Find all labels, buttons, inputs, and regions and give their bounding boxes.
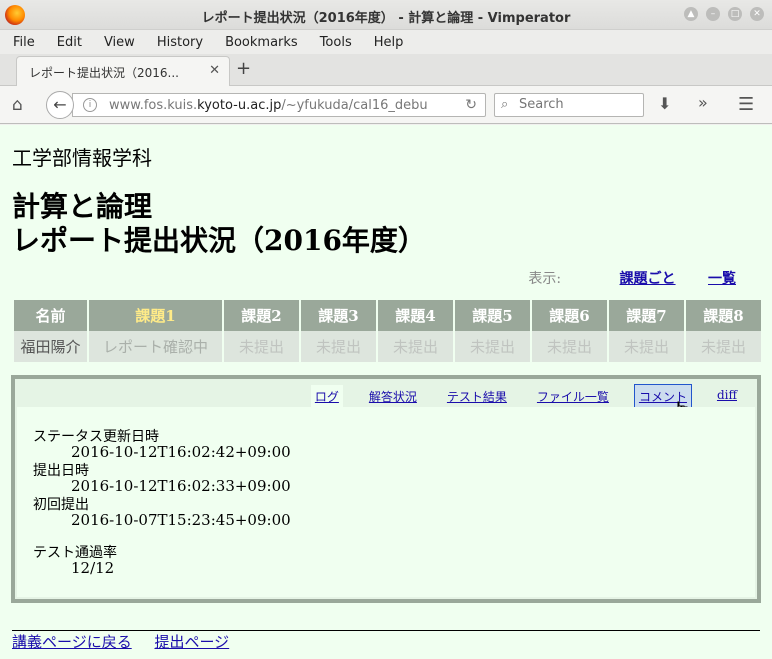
submission-table: 名前 課題1 課題2 課題3 課題4 課題5 課題6 課題7 課題8 福田陽介 …: [12, 300, 763, 362]
student-name-cell: 福田陽介: [14, 331, 87, 362]
field-value-test-pass-rate: 12/12: [71, 559, 115, 577]
column-header-task2[interactable]: 課題2: [224, 300, 299, 331]
close-tab-icon[interactable]: ✕: [209, 63, 220, 78]
column-header-name: 名前: [14, 300, 87, 331]
table-header-row: 名前 課題1 課題2 課題3 課題4 課題5 課題6 課題7 課題8: [14, 300, 761, 331]
tab-log[interactable]: ログ: [310, 385, 343, 408]
view-list-link[interactable]: 一覧: [708, 271, 736, 287]
menu-view[interactable]: View: [97, 35, 142, 50]
window-maximize-icon[interactable]: □: [728, 7, 742, 21]
window-title: レポート提出状況（2016年度） - 計算と論理 - Vimperator: [201, 11, 571, 26]
search-input[interactable]: [519, 97, 637, 112]
task6-status-cell[interactable]: 未提出: [532, 331, 607, 362]
field-value-status-updated: 2016-10-12T16:02:42+09:00: [71, 443, 291, 461]
overflow-chevron-icon[interactable]: »: [698, 93, 708, 112]
column-header-task1[interactable]: 課題1: [89, 300, 222, 331]
task8-status-cell[interactable]: 未提出: [686, 331, 761, 362]
page-title-status: レポート提出状況（2016年度）: [12, 224, 426, 257]
browser-tab[interactable]: レポート提出状況（2016... ✕: [16, 56, 230, 86]
window-close-icon[interactable]: ✕: [750, 7, 764, 21]
menu-history[interactable]: History: [150, 35, 210, 50]
url-text[interactable]: www.fos.kuis.kyoto-u.ac.jp/~yfukuda/cal1…: [109, 98, 429, 113]
navigation-bar: ⌂ i www.fos.kuis.kyoto-u.ac.jp/~yfukuda/…: [0, 86, 772, 124]
tab-answer-status[interactable]: 解答状況: [365, 385, 421, 408]
task4-status-cell[interactable]: 未提出: [378, 331, 453, 362]
download-icon[interactable]: ⬇: [658, 94, 671, 113]
window-titlebar: レポート提出状況（2016年度） - 計算と論理 - Vimperator ▲ …: [0, 0, 772, 30]
back-arrow-icon: ←: [53, 95, 67, 114]
back-button[interactable]: ←: [46, 91, 74, 119]
menu-edit[interactable]: Edit: [50, 35, 89, 50]
task5-status-cell[interactable]: 未提出: [455, 331, 530, 362]
new-tab-icon[interactable]: +: [236, 60, 251, 78]
info-icon[interactable]: i: [83, 98, 97, 112]
tab-test-results[interactable]: テスト結果: [443, 385, 511, 408]
footer-links: 講義ページに戻る 提出ページ: [12, 631, 247, 652]
window-minimize-icon[interactable]: –: [706, 7, 720, 21]
view-label: 表示:: [528, 271, 562, 287]
submission-page-link[interactable]: 提出ページ: [154, 633, 229, 651]
window-controls: ▲ – □ ✕: [684, 7, 764, 21]
column-header-task8[interactable]: 課題8: [686, 300, 761, 331]
view-by-task-link[interactable]: 課題ごと: [620, 271, 676, 287]
tab-file-list[interactable]: ファイル一覧: [533, 385, 613, 408]
table-row: 福田陽介 レポート確認中 未提出 未提出 未提出 未提出 未提出 未提出 未提出: [14, 331, 761, 362]
hamburger-menu-icon[interactable]: ☰: [738, 94, 754, 115]
search-bar[interactable]: ⌕: [494, 93, 644, 117]
column-header-task6[interactable]: 課題6: [532, 300, 607, 331]
field-value-first-submit: 2016-10-07T15:23:45+09:00: [71, 511, 291, 529]
view-switcher: 表示: 課題ごと 一覧: [528, 268, 736, 288]
back-to-lecture-link[interactable]: 講義ページに戻る: [12, 633, 132, 651]
task1-status-cell[interactable]: レポート確認中: [89, 331, 222, 362]
log-content: ステータス更新日時 2016-10-12T16:02:42+09:00 提出日時…: [17, 407, 755, 597]
department-heading: 工学部情報学科: [12, 146, 152, 170]
reload-icon[interactable]: ↻: [465, 97, 477, 113]
menu-bar: File Edit View History Bookmarks Tools H…: [0, 30, 772, 54]
column-header-task3[interactable]: 課題3: [301, 300, 376, 331]
menu-tools[interactable]: Tools: [313, 35, 359, 50]
menu-help[interactable]: Help: [367, 35, 411, 50]
tab-diff[interactable]: diff: [713, 385, 741, 408]
page-content: 工学部情報学科 計算と論理 レポート提出状況（2016年度） 表示: 課題ごと …: [0, 125, 772, 659]
detail-panel: ログ 解答状況 テスト結果 ファイル一覧 コメント diff ステータス更新日時…: [11, 375, 761, 603]
window-up-icon[interactable]: ▲: [684, 7, 698, 21]
task3-status-cell[interactable]: 未提出: [301, 331, 376, 362]
tab-label: レポート提出状況（2016...: [29, 66, 179, 80]
column-header-task7[interactable]: 課題7: [609, 300, 684, 331]
column-header-task4[interactable]: 課題4: [378, 300, 453, 331]
menu-file[interactable]: File: [6, 35, 42, 50]
home-icon[interactable]: ⌂: [12, 95, 32, 115]
url-bar[interactable]: i www.fos.kuis.kyoto-u.ac.jp/~yfukuda/ca…: [72, 93, 486, 117]
tab-bar: レポート提出状況（2016... ✕ +: [0, 54, 772, 86]
search-icon: ⌕: [501, 97, 509, 112]
task2-status-cell[interactable]: 未提出: [224, 331, 299, 362]
field-value-submitted: 2016-10-12T16:02:33+09:00: [71, 477, 291, 495]
menu-bookmarks[interactable]: Bookmarks: [218, 35, 305, 50]
column-header-task5[interactable]: 課題5: [455, 300, 530, 331]
task7-status-cell[interactable]: 未提出: [609, 331, 684, 362]
